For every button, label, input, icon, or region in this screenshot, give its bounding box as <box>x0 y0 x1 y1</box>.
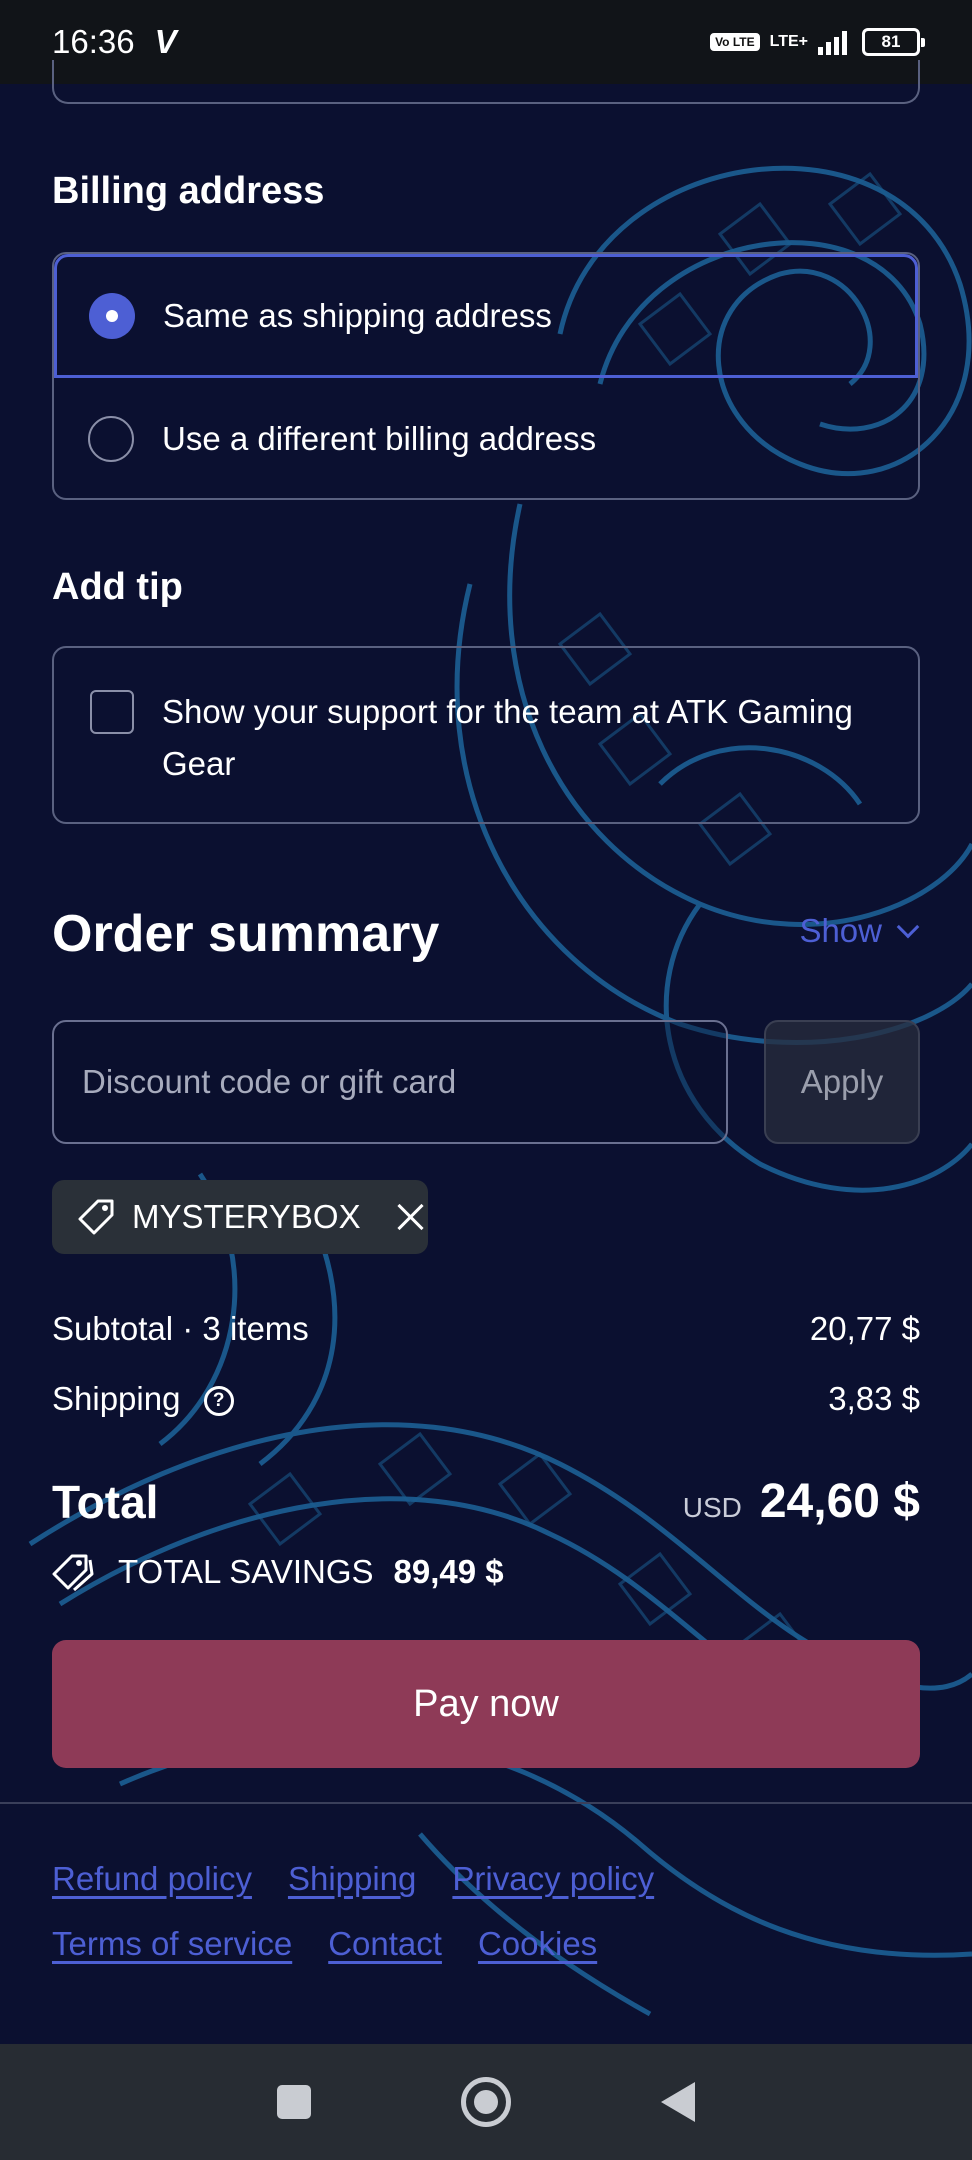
discount-code-input[interactable] <box>52 1020 728 1144</box>
billing-option-different[interactable]: Use a different billing address <box>54 378 918 498</box>
total-savings: TOTAL SAVINGS 89,49 $ <box>52 1552 504 1592</box>
total-label: Total <box>52 1475 159 1528</box>
carrier-icon: V <box>154 23 177 60</box>
footer-links-row-1: Refund policy Shipping Privacy policy <box>52 1860 920 1898</box>
system-navigation-bar <box>0 2044 972 2160</box>
refund-policy-link[interactable]: Refund policy <box>52 1860 252 1898</box>
previous-field-edge <box>52 60 920 104</box>
savings-label: TOTAL SAVINGS <box>118 1553 374 1590</box>
applied-discount-chip: MYSTERYBOX <box>52 1180 428 1254</box>
recent-apps-icon[interactable] <box>277 2085 311 2119</box>
tip-label: Show your support for the team at ATK Ga… <box>162 693 853 782</box>
savings-value: 89,49 $ <box>393 1553 504 1590</box>
total-currency: USD <box>682 1492 742 1523</box>
status-time: 16:36 <box>52 23 135 60</box>
tip-title: Add tip <box>52 566 183 608</box>
battery-icon: 81 <box>862 28 925 56</box>
apply-button[interactable]: Apply <box>764 1020 920 1144</box>
toggle-label: Show <box>799 912 882 949</box>
tags-icon <box>52 1554 94 1592</box>
terms-of-service-link[interactable]: Terms of service <box>52 1925 292 1963</box>
billing-title: Billing address <box>52 170 325 212</box>
subtotal-value: 20,77 $ <box>809 1310 920 1347</box>
tag-icon <box>78 1199 114 1235</box>
footer-links-row-2: Terms of service Contact Cookies <box>52 1925 920 1963</box>
remove-discount-icon[interactable] <box>395 1202 425 1232</box>
order-summary-title: Order summary <box>52 905 440 963</box>
subtotal-row: Subtotal · 3 items 20,77 $ <box>52 1310 920 1348</box>
help-icon[interactable]: ? <box>203 1386 234 1417</box>
privacy-policy-link[interactable]: Privacy policy <box>452 1860 654 1898</box>
shipping-value: 3,83 $ <box>828 1380 920 1417</box>
pay-now-button[interactable]: Pay now <box>52 1640 920 1768</box>
signal-icon <box>818 31 847 55</box>
home-icon[interactable] <box>461 2077 511 2127</box>
billing-options: Same as shipping address Use a different… <box>52 252 920 500</box>
shipping-label: Shipping <box>52 1380 181 1417</box>
back-icon[interactable] <box>661 2082 695 2122</box>
shipping-link[interactable]: Shipping <box>288 1860 416 1898</box>
tip-option[interactable]: Show your support for the team at ATK Ga… <box>52 646 920 824</box>
discount-code-label: MYSTERYBOX <box>132 1198 361 1235</box>
billing-option-same[interactable]: Same as shipping address <box>54 254 918 378</box>
footer-divider <box>0 1802 972 1804</box>
total-value: 24,60 $ <box>759 1475 920 1528</box>
volte-icon: Vo LTE <box>710 33 760 51</box>
shipping-row: Shipping ? 3,83 $ <box>52 1380 920 1418</box>
subtotal-label: Subtotal · 3 items <box>52 1310 309 1347</box>
radio-unselected-icon[interactable] <box>88 416 134 462</box>
radio-selected-icon[interactable] <box>89 293 135 339</box>
cookies-link[interactable]: Cookies <box>478 1925 597 1963</box>
billing-option-label: Same as shipping address <box>163 297 552 334</box>
battery-level: 81 <box>881 32 901 51</box>
tip-checkbox[interactable] <box>90 690 134 734</box>
network-type: LTE+ <box>769 33 808 50</box>
contact-link[interactable]: Contact <box>328 1925 442 1963</box>
total-row: Total USD 24,60 $ <box>52 1474 920 1529</box>
chevron-down-icon <box>896 915 920 939</box>
order-summary-toggle[interactable]: Show <box>799 912 920 950</box>
billing-option-label: Use a different billing address <box>162 420 597 457</box>
